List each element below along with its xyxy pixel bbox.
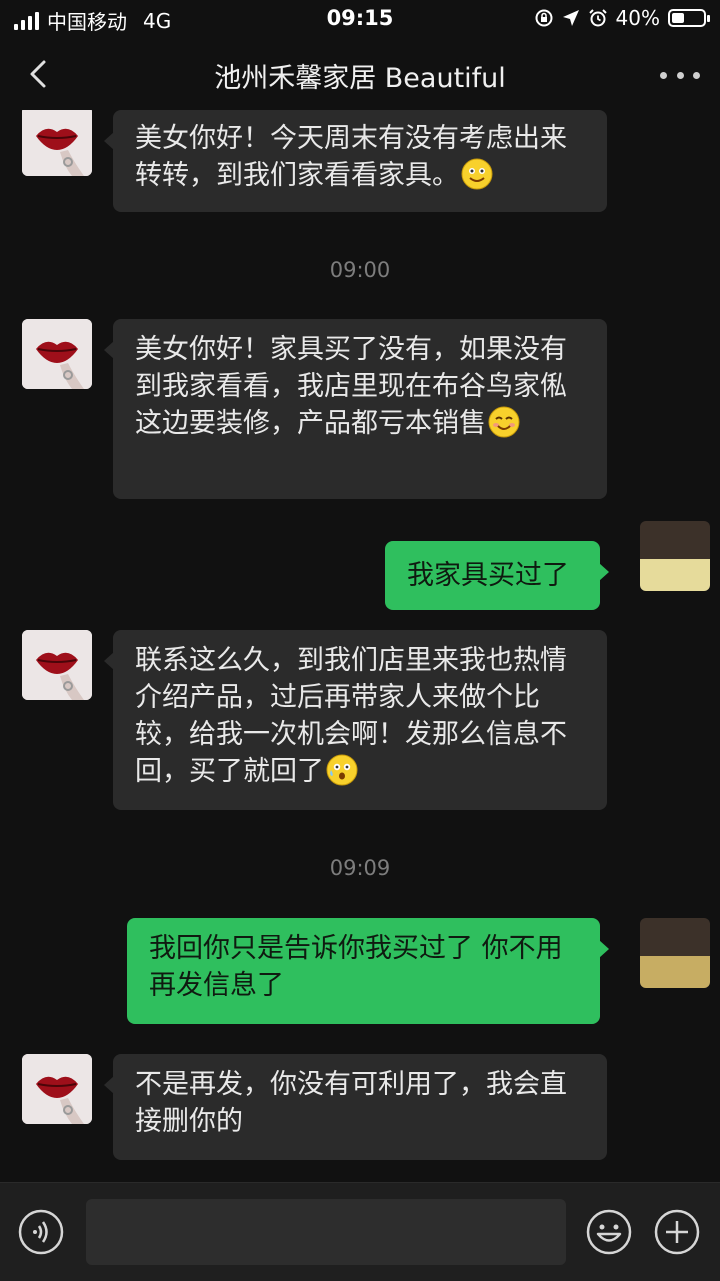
contact-avatar[interactable] <box>22 1054 92 1124</box>
input-bar <box>0 1182 720 1281</box>
message-list[interactable]: 美女你好！今天周末有没有考虑出来转转，到我们家看看家具。 09:00 美女你好！… <box>0 110 720 1182</box>
emoji-picker-icon[interactable] <box>586 1209 632 1255</box>
more-options-icon[interactable] <box>660 60 700 90</box>
my-avatar[interactable] <box>640 918 710 988</box>
voice-input-icon[interactable] <box>18 1209 64 1255</box>
status-bar: 中国移动 4G 09:15 40% <box>0 0 720 38</box>
incoming-message[interactable]: 不是再发，你没有可利用了，我会直接删你的 <box>104 1054 607 1160</box>
incoming-message[interactable]: 美女你好！今天周末有没有考虑出来转转，到我们家看看家具。 <box>104 110 607 212</box>
my-avatar[interactable] <box>640 521 710 591</box>
chat-title: 池州禾馨家居 Beautiful <box>214 63 506 94</box>
contact-avatar[interactable] <box>22 110 92 176</box>
incoming-message[interactable]: 联系这么久，到我们店里来我也热情介绍产品，过后再带家人来做个比较，给我一次机会啊… <box>104 630 607 810</box>
contact-avatar[interactable] <box>22 630 92 700</box>
add-more-icon[interactable] <box>654 1209 700 1255</box>
blush-emoji-icon <box>488 406 520 438</box>
outgoing-message[interactable]: 我家具买过了 <box>385 541 609 610</box>
timestamp: 09:00 <box>329 258 391 282</box>
battery-percent: 40% <box>615 6 660 30</box>
rotation-lock-icon <box>535 9 553 27</box>
sweat-emoji-icon <box>326 754 358 786</box>
incoming-message[interactable]: 美女你好！家具买了没有，如果没有到我家看看，我店里现在布谷鸟家俬这边要装修，产品… <box>104 319 607 499</box>
timestamp: 09:09 <box>329 856 391 880</box>
contact-avatar[interactable] <box>22 319 92 389</box>
location-icon <box>562 10 579 26</box>
chat-header: 池州禾馨家居 Beautiful <box>0 38 720 110</box>
battery-icon <box>668 9 710 27</box>
smile-emoji-icon <box>461 158 493 190</box>
outgoing-message[interactable]: 我回你只是告诉你我买过了 你不用再发信息了 <box>127 918 609 1024</box>
alarm-icon <box>588 9 607 27</box>
message-input[interactable] <box>86 1199 566 1265</box>
